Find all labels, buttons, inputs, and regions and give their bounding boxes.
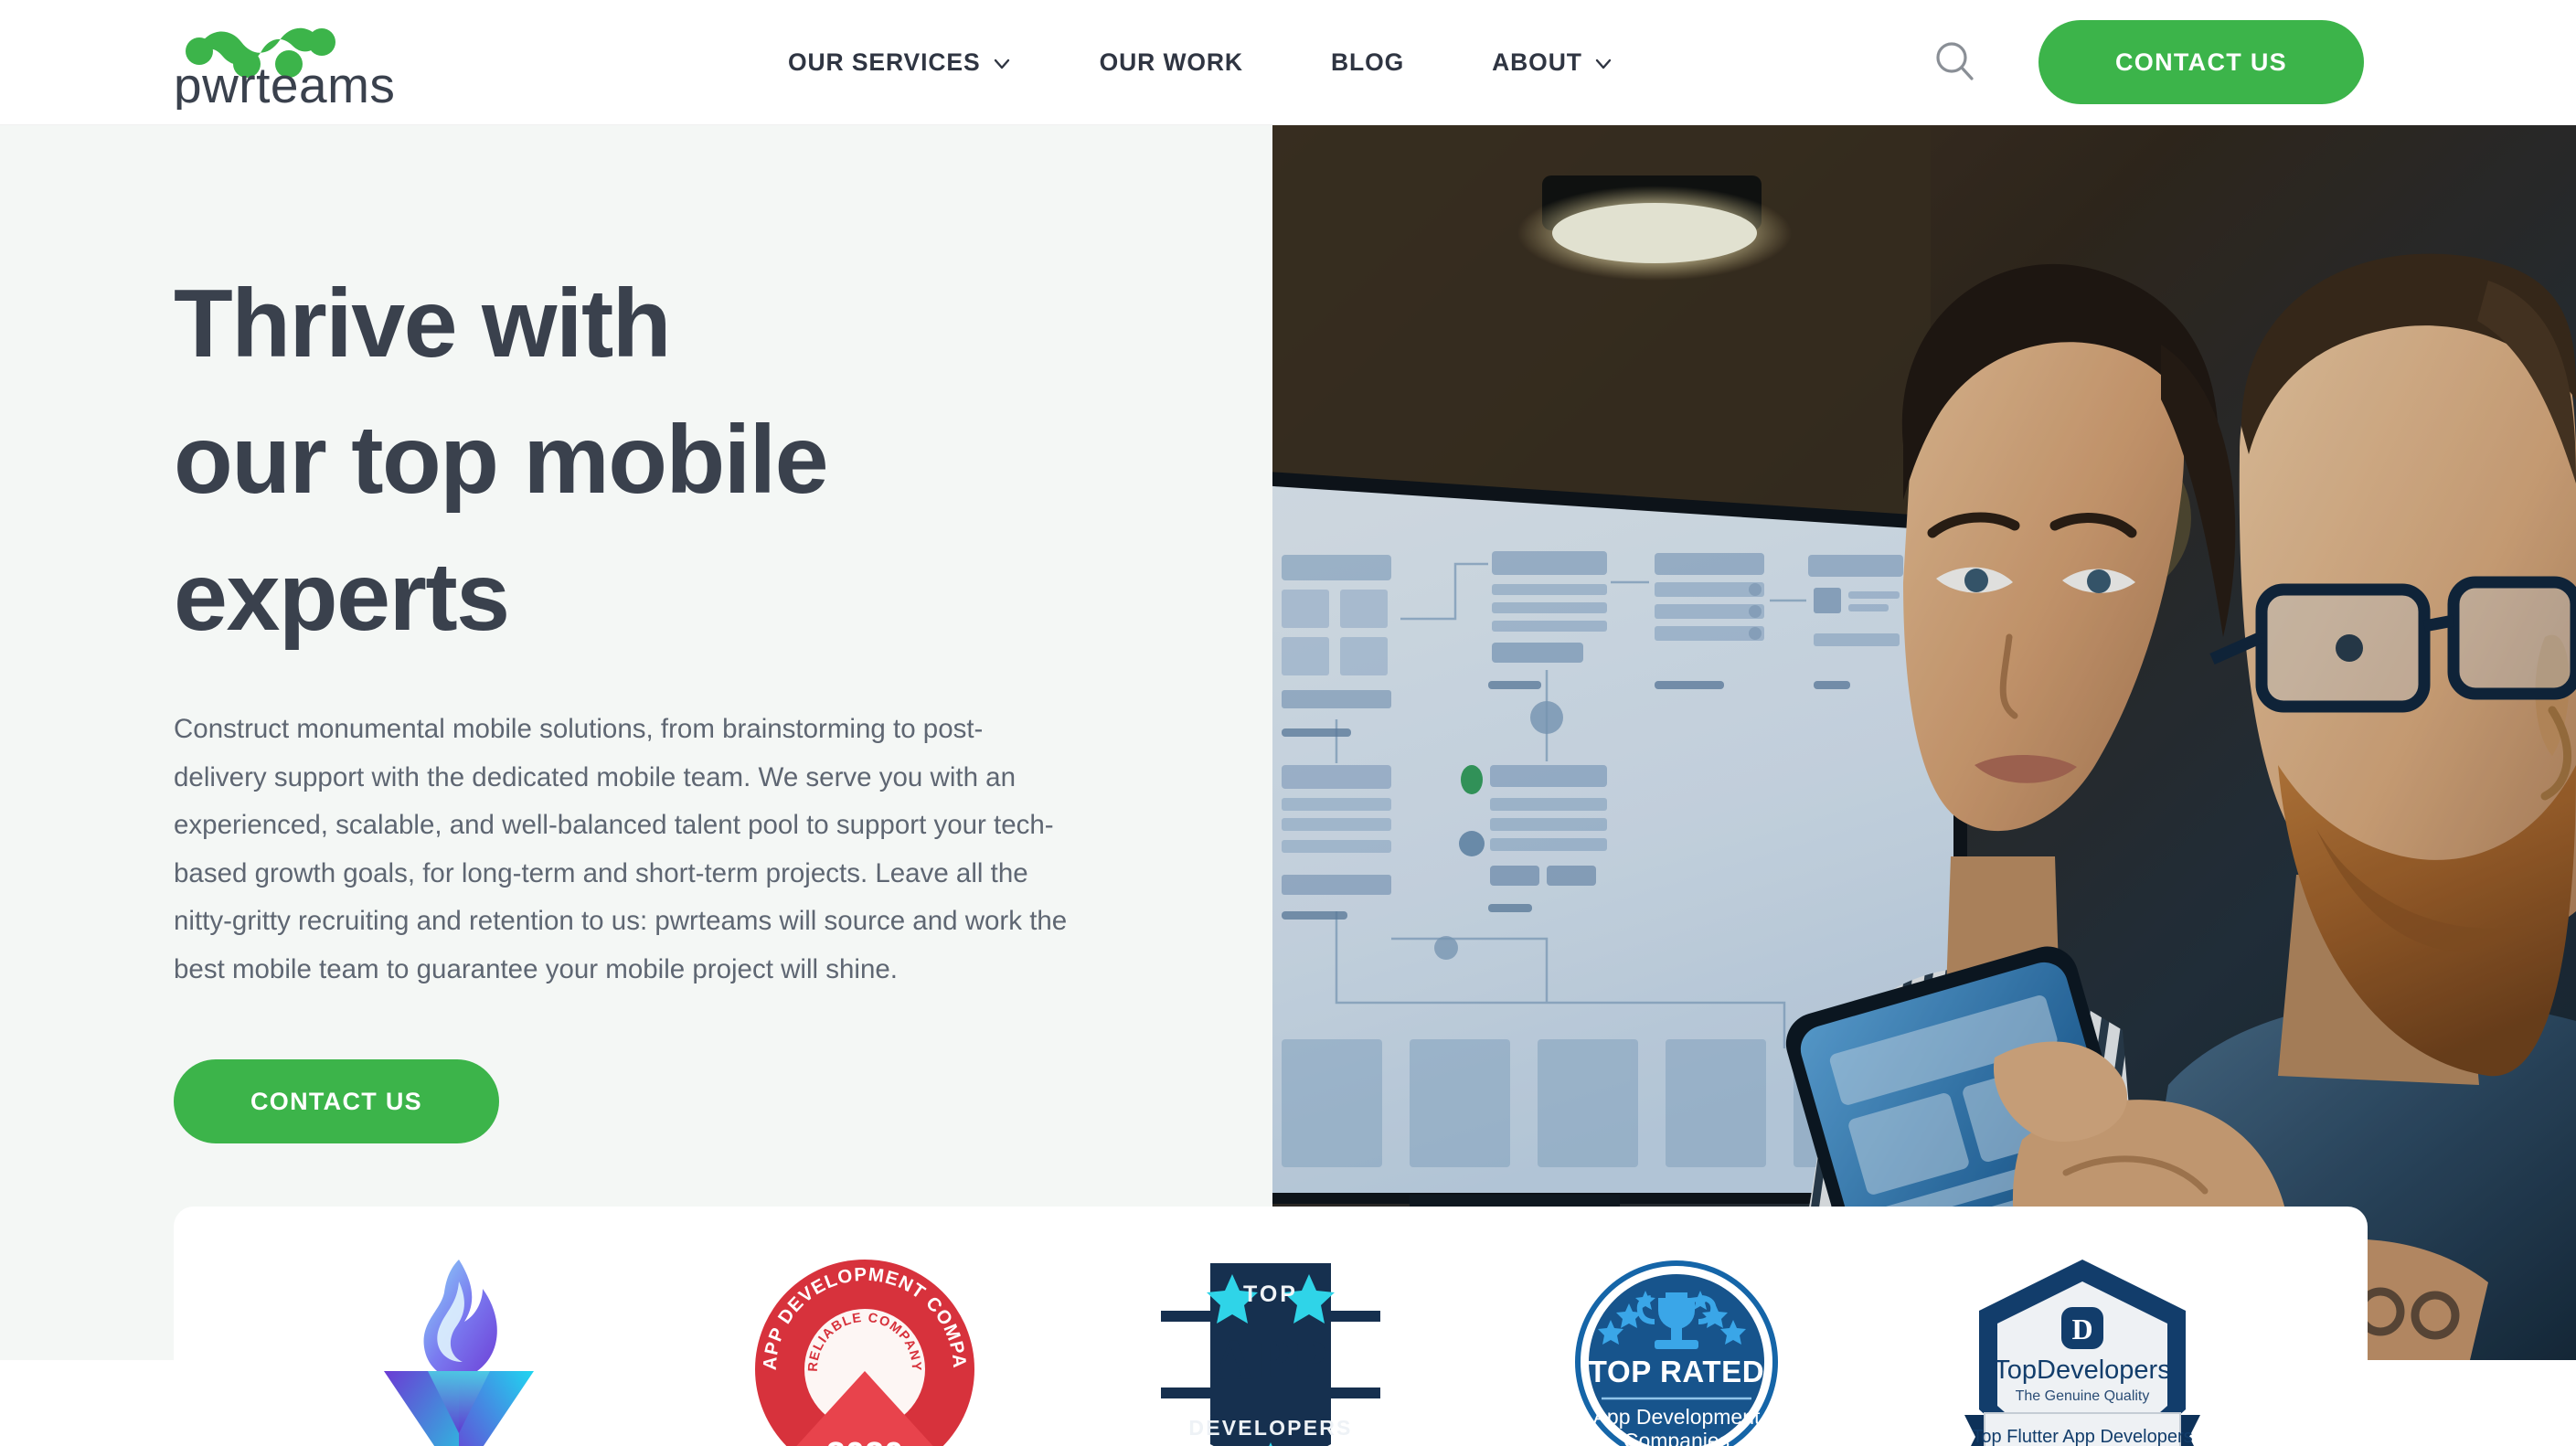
shield-ribbon-icon: D TopDevelopers The Genuine Quality Top … (1964, 1260, 2200, 1446)
award-line-developers: DEVELOPERS (1188, 1416, 1352, 1440)
hero-title: Thrive with our top mobile experts (174, 256, 1097, 665)
award-badge-topdevelopers-flutter[interactable]: D TopDevelopers The Genuine Quality Top … (1954, 1254, 2210, 1446)
nav-item-our-work[interactable]: OUR WORK (1100, 48, 1243, 77)
chevron-down-icon (992, 54, 1012, 74)
award-badge-best-app-development-company[interactable]: BEST APP DEVELOPMENT COMPANY (331, 1254, 587, 1446)
svg-text:pwrteams: pwrteams (174, 57, 395, 110)
hero-title-line-1: Thrive with (174, 270, 672, 377)
page-root: pwrteams pwrteams OUR SERVICES OUR WORK … (0, 0, 2576, 1446)
red-seal-icon: TOP APP DEVELOPMENT COMPANIES RELIABLE C… (750, 1254, 974, 1446)
logo-text: pwrteams (174, 110, 175, 111)
hero-copy: Thrive with our top mobile experts Const… (174, 256, 1097, 1144)
flame-trophy-icon (384, 1260, 534, 1446)
award-sub-line-2: Companies (1623, 1429, 1730, 1446)
award-badge-top-rated-softwareworld[interactable]: TOP RATED App Development Companies SOFT… (1549, 1254, 1804, 1446)
nav-label-about: ABOUT (1492, 48, 1582, 76)
chevron-down-icon (1593, 54, 1613, 74)
hero-contact-us-button[interactable]: CONTACT US (174, 1059, 499, 1144)
nav-label-our-work: OUR WORK (1099, 48, 1243, 76)
search-icon[interactable] (1929, 36, 1982, 89)
award-logo-letter: D (2071, 1313, 2092, 1345)
nav-label-blog: BLOG (1330, 48, 1405, 76)
award-badge-top-app-developers[interactable]: TOP APP DEVELOPERS (1143, 1254, 1399, 1446)
navy-shield-icon: TOP APP DEVELOPERS (1161, 1263, 1380, 1446)
nav-item-about[interactable]: ABOUT (1492, 48, 1613, 77)
hero-photo (1272, 125, 2576, 1360)
nav-item-blog[interactable]: BLOG (1331, 48, 1404, 77)
hero-title-line-3: experts (174, 542, 510, 651)
trophy-seal-icon: TOP RATED App Development Companies SOFT… (1574, 1260, 1779, 1446)
award-line-app: APP (1213, 1329, 1329, 1391)
awards-card: BEST APP DEVELOPMENT COMPANY TOP APP DEV… (174, 1207, 2368, 1446)
hero-section: Thrive with our top mobile experts Const… (0, 125, 2576, 1360)
award-badge-top-app-development-companies[interactable]: TOP APP DEVELOPMENT COMPANIES RELIABLE C… (737, 1254, 993, 1446)
pwrteams-wave-logo-icon: pwrteams (174, 27, 395, 110)
award-headline: TOP RATED (1589, 1355, 1764, 1388)
award-year: 2020 (826, 1436, 904, 1446)
award-ribbon: Top Flutter App Developers (1972, 1427, 2192, 1446)
header-contact-us-button[interactable]: CONTACT US (2038, 20, 2364, 104)
site-header: pwrteams pwrteams OUR SERVICES OUR WORK … (0, 0, 2576, 125)
hero-title-line-2: our top mobile (174, 406, 829, 515)
award-tagline: The Genuine Quality (2016, 1388, 2150, 1404)
primary-navigation: OUR SERVICES OUR WORK BLOG ABOUT (788, 0, 1613, 125)
award-sub-line-1: App Development (1593, 1405, 1761, 1429)
logo-pwrteams[interactable]: pwrteams pwrteams (174, 18, 420, 110)
nav-label-our-services: OUR SERVICES (788, 48, 981, 76)
hero-paragraph: Construct monumental mobile solutions, f… (174, 714, 1068, 984)
nav-item-our-services[interactable]: OUR SERVICES (788, 48, 1012, 77)
award-headline: TopDevelopers (1994, 1356, 2170, 1385)
award-line-top: TOP (1243, 1281, 1298, 1307)
